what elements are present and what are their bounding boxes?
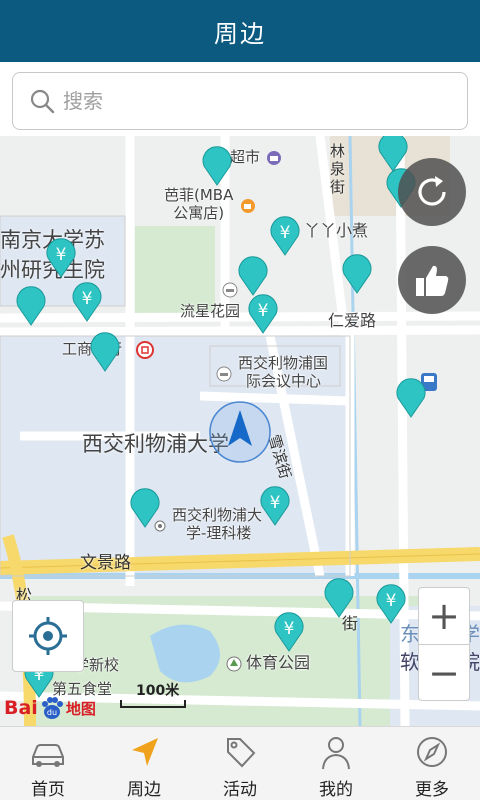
label-supermarket[interactable]: 超市 [230,148,260,166]
map-pin-yuan[interactable]: ¥ [374,582,408,624]
map-pin[interactable] [322,576,356,618]
map-scale: 100米 [120,680,190,712]
label-xjtlu-conference[interactable]: 西交利物浦国 际会议中心 [238,354,328,390]
map-pin[interactable] [200,144,234,186]
svg-text:¥: ¥ [82,289,93,309]
scale-label: 100米 [136,683,180,699]
bank-icon [136,341,154,359]
refresh-button[interactable] [398,158,466,226]
hotel-icon [216,366,232,382]
label-wenjing-road[interactable]: 文景路 [80,548,131,573]
map-pin-yuan[interactable]: ¥ [70,280,104,322]
tab-more[interactable]: 更多 [384,727,480,800]
label-linquan-street[interactable]: 林泉街 [330,142,348,196]
tab-activities[interactable]: 活动 [192,727,288,800]
cafe-icon [241,199,255,213]
map-pin-yuan[interactable]: ¥ [246,292,280,334]
compass-icon [417,737,447,767]
label-liuxing[interactable]: 流星花园 [180,302,240,320]
label-xjtlu[interactable]: 西交利物浦大学 [82,428,229,458]
label-yaya[interactable]: 丫丫小煮 [304,222,368,240]
refresh-icon [418,176,446,206]
current-location-icon [209,401,271,463]
map-pin[interactable] [394,376,428,418]
label-xjtlu-science[interactable]: 西交利物浦大 学-理科楼 [172,506,262,542]
thumbs-up-icon [416,265,449,296]
map-pin[interactable] [14,284,48,326]
park-icon [226,656,242,672]
label-bafei[interactable]: 芭菲(MBA 公寓店) [164,186,233,222]
page-title: 周边 [214,19,266,48]
map-pin[interactable] [128,486,162,528]
label-tiyu-park[interactable]: 体育公园 [246,654,310,672]
svg-text:¥: ¥ [284,619,295,639]
search-icon [30,89,55,114]
map-pin[interactable] [340,252,374,294]
label-renai-road[interactable]: 仁爱路 [328,312,376,330]
person-icon [322,737,350,770]
zoom-in-button[interactable]: + [419,588,469,644]
zoom-controls: + − [418,587,470,701]
shop-icon [267,151,281,165]
svg-text:¥: ¥ [270,493,281,513]
map-pin-yuan[interactable]: ¥ [268,214,302,256]
bottom-tab-bar: 首页 周边 活动 我的 更多 [0,726,480,800]
car-icon [32,744,64,767]
tab-home[interactable]: 首页 [0,727,96,800]
like-button[interactable] [398,246,466,314]
baidu-map-logo: Bai du 地图 [4,697,96,719]
svg-text:¥: ¥ [386,591,397,611]
app-header: 周边 [0,0,480,62]
svg-text:¥: ¥ [280,223,291,243]
search-bar-container [0,62,480,136]
tab-mine[interactable]: 我的 [288,727,384,800]
zoom-out-button[interactable]: − [419,645,469,701]
search-box[interactable] [12,72,468,130]
scale-bar [120,700,186,708]
map-pin-yuan[interactable]: ¥ [258,484,292,526]
map-pin-yuan[interactable]: ¥ [272,610,306,652]
map-pin[interactable] [236,254,270,296]
crosshair-icon [29,617,67,655]
map-pin-yuan[interactable]: ¥ [44,236,78,278]
svg-text:¥: ¥ [258,301,269,321]
svg-text:¥: ¥ [56,245,67,265]
map-view[interactable]: 超市 芭菲(MBA 公寓店) 南京大学苏 州研究生院 丫丫小煮 流星花园 仁爱路… [0,136,480,726]
baidu-paw-icon: du [41,697,63,719]
search-input[interactable] [63,89,423,113]
tag-icon [227,738,256,768]
map-pin[interactable] [88,330,122,372]
navigation-arrow-icon [132,738,158,766]
locate-me-button[interactable] [12,600,84,672]
tab-nearby[interactable]: 周边 [96,727,192,800]
svg-text:du: du [47,708,57,717]
